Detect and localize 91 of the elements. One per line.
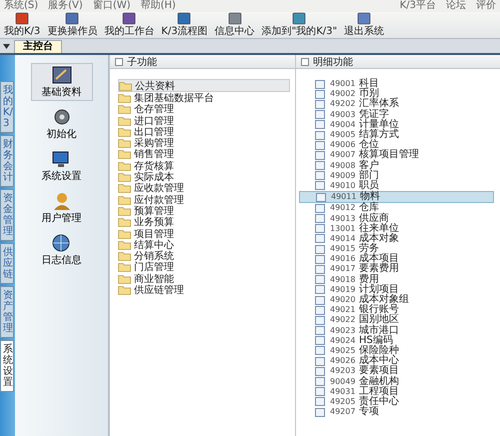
folder-icon <box>118 217 131 228</box>
function-item[interactable]: 应收款管理 <box>118 182 288 194</box>
toolbar-button[interactable]: 信息中心 <box>212 12 257 38</box>
detail-item[interactable]: 49009 部门 <box>299 170 494 181</box>
function-item[interactable]: 业务预算 <box>118 216 288 228</box>
function-item[interactable]: 结算中心 <box>118 239 288 250</box>
detail-item[interactable]: 49207 专项 <box>299 407 494 418</box>
folder-icon <box>118 172 131 182</box>
globe-icon <box>50 233 72 253</box>
function-item[interactable]: 应付款管理 <box>118 194 288 206</box>
toolbar-button[interactable]: 更换操作员 <box>45 12 100 38</box>
collapse-icon[interactable] <box>115 58 123 66</box>
tab[interactable]: 主控台 <box>14 40 62 53</box>
toolbar-button[interactable]: 退出系统 <box>342 12 386 38</box>
detail-item[interactable]: 49205 责任中心 <box>299 396 494 407</box>
function-item[interactable]: 存货核算 <box>118 160 288 172</box>
toolbar-button[interactable]: K/3流程图 <box>159 12 210 38</box>
menu-item[interactable]: 帮助(H) <box>140 0 176 12</box>
function-item[interactable]: 公共资料 <box>118 79 290 92</box>
function-item[interactable]: 供应链管理 <box>118 284 288 296</box>
side-tab[interactable]: 我的K/3 <box>0 81 14 133</box>
side-tab[interactable]: 系统设置 <box>0 340 14 392</box>
side-tab[interactable]: 供应链 <box>0 243 14 284</box>
function-item[interactable]: 销售管理 <box>118 148 288 160</box>
detail-item[interactable]: 49018 费用 <box>299 274 494 285</box>
toolbar-button[interactable]: 我的工作台 <box>102 12 156 38</box>
detail-item[interactable]: 49203 要素项目 <box>299 366 494 376</box>
panel-title: 子功能 <box>127 56 157 68</box>
side-tab[interactable]: 资产管理 <box>0 286 14 338</box>
function-item[interactable]: 预算管理 <box>118 205 288 217</box>
function-item[interactable]: 仓存管理 <box>118 104 288 115</box>
detail-item[interactable]: 49005 结算方式 <box>299 130 494 140</box>
folder-icon <box>118 284 131 295</box>
detail-item[interactable]: 49003 凭证字 <box>299 110 494 120</box>
function-item[interactable]: 进口管理 <box>118 114 288 126</box>
detail-item[interactable]: 49031 工程项目 <box>299 386 494 397</box>
folder-icon <box>118 274 131 284</box>
detail-item[interactable]: 49202 汇率体系 <box>299 99 494 110</box>
toolbar-button[interactable]: 我的K/3 <box>2 12 42 38</box>
detail-item[interactable]: 49011 物料 <box>299 191 494 204</box>
folder-icon <box>118 262 131 272</box>
side-tab[interactable]: 财务会计 <box>0 135 14 187</box>
collapse-icon[interactable] <box>301 58 309 66</box>
detail-item[interactable]: 49007 核算项目管理 <box>299 150 494 160</box>
folder-icon <box>118 116 131 126</box>
module-item[interactable]: 初始化 <box>30 105 92 143</box>
detail-item[interactable]: 49022 国别地区 <box>299 315 494 326</box>
menu-item[interactable]: 服务(V) <box>48 0 83 12</box>
folder-icon <box>118 251 131 262</box>
module-item[interactable]: 系统设置 <box>30 147 92 185</box>
function-item[interactable]: 采购管理 <box>118 137 288 149</box>
folder-icon <box>118 138 131 148</box>
header-link[interactable]: K/3平台 <box>400 0 436 12</box>
folder-icon <box>118 194 131 205</box>
folder-icon <box>118 104 131 114</box>
folder-icon <box>118 126 131 137</box>
folder-icon <box>118 149 131 160</box>
function-item[interactable]: 门店管理 <box>118 262 288 274</box>
header-link[interactable]: 论坛 <box>446 0 466 12</box>
module-item[interactable]: 基础资料 <box>30 63 92 101</box>
panel-title: 明细功能 <box>313 56 353 68</box>
folder-icon <box>119 80 132 91</box>
folder-icon <box>118 183 131 194</box>
side-tab[interactable]: 资金管理 <box>0 189 14 241</box>
function-item[interactable]: 集团基础数据平台 <box>118 92 288 104</box>
toolbar-button[interactable]: 添加到"我的K/3" <box>260 12 340 38</box>
function-item[interactable]: 实际成本 <box>118 171 288 183</box>
detail-item[interactable]: 49017 要素费用 <box>299 264 494 275</box>
detail-item[interactable]: 49008 客户 <box>299 160 494 171</box>
detail-item[interactable]: 49023 城市港口 <box>299 326 494 336</box>
detail-item[interactable]: 49004 计量单位 <box>299 120 494 130</box>
function-item[interactable]: 商业智能 <box>118 273 288 284</box>
detail-item[interactable]: 49024 HS编码 <box>299 336 494 346</box>
module-item[interactable]: 用户管理 <box>30 189 92 227</box>
caret-icon[interactable] <box>3 44 10 48</box>
detail-item[interactable]: 49012 仓库 <box>299 203 494 214</box>
detail-item[interactable]: 49019 计划项目 <box>299 284 494 295</box>
detail-item[interactable]: 90049 金融机构 <box>299 376 494 387</box>
folder-icon <box>118 228 131 238</box>
folder-icon <box>118 206 131 216</box>
folder-icon <box>118 240 131 250</box>
folder-icon <box>118 160 131 171</box>
detail-item[interactable]: 49014 成本对象 <box>299 234 494 244</box>
function-item[interactable]: 分销系统 <box>118 250 288 262</box>
function-item[interactable]: 项目管理 <box>118 228 288 240</box>
header-link[interactable]: 评价 <box>476 0 496 12</box>
detail-item[interactable]: 49010 职员 <box>299 180 494 192</box>
detail-item[interactable]: 13001 往来单位 <box>299 224 494 234</box>
function-item[interactable]: 出口管理 <box>118 126 288 138</box>
module-item[interactable]: 日志信息 <box>30 231 92 269</box>
detail-item[interactable]: 49013 供应商 <box>299 213 494 224</box>
